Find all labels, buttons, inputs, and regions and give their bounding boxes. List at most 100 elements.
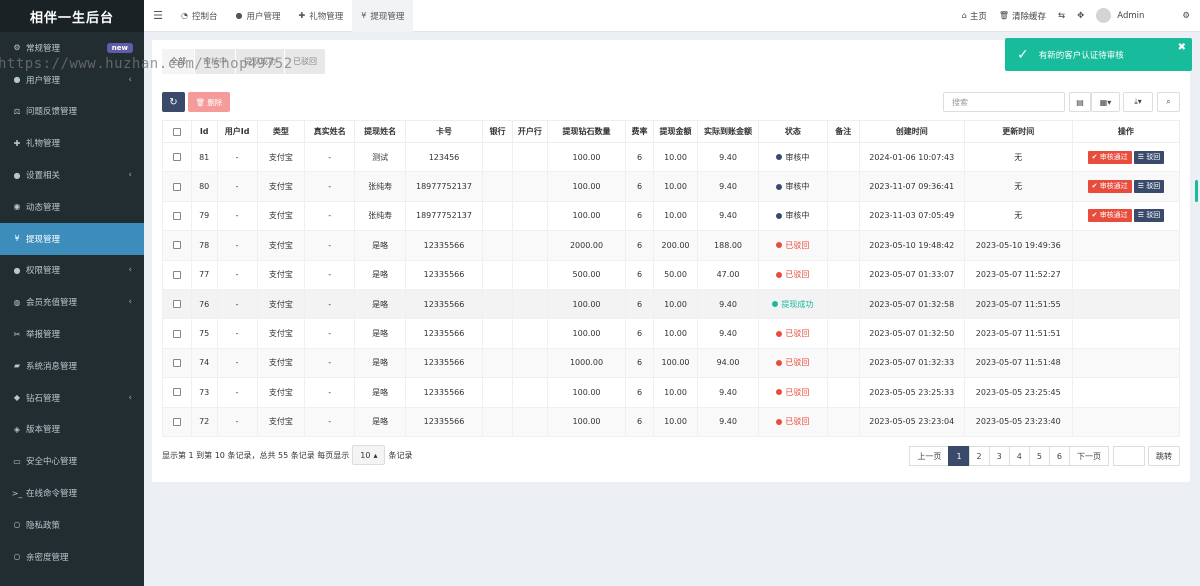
sidebar-item[interactable]: ✚ 礼物管理 [0, 127, 144, 159]
table-row[interactable]: 73- 支付宝 - 是咯 12335566 100.00 6 10.00 9.40 已驳回 2023… [162, 377, 1181, 408]
jump-button[interactable]: 跳转 [1148, 446, 1180, 466]
sidebar-item[interactable]: ◆ 钻石管理 ‹ [0, 382, 144, 414]
sidebar-item[interactable]: ○ 亲密度管理 [0, 541, 144, 573]
sidebar-item[interactable]: ◈ 版本管理 [0, 414, 144, 446]
sidebar-item[interactable]: ◍ 会员充值管理 ‹ [0, 286, 144, 318]
checkbox[interactable] [172, 300, 181, 309]
table-row[interactable]: 81- 支付宝 - 测试 123456 100.00 6 10.00 9.40 审核中 2024-0… [162, 141, 1181, 173]
sidebar-item-label: 版本管理 [26, 425, 61, 436]
row-checkbox[interactable] [162, 171, 192, 202]
sidebar-item[interactable]: ▭ 安全中心管理 [0, 445, 144, 477]
checkbox[interactable] [172, 153, 181, 162]
checkbox[interactable] [172, 358, 181, 367]
checkbox[interactable] [172, 182, 181, 191]
row-checkbox[interactable] [162, 288, 192, 320]
sidebar-item[interactable]: ● 设置相关 ‹ [0, 159, 144, 191]
table-row[interactable]: 78- 支付宝 - 是咯 12335566 2000.00 6 200.00 188.00 已驳回… [162, 230, 1181, 261]
table-row[interactable]: 77- 支付宝 - 是咯 12335566 500.00 6 50.00 47.00 已驳回 202… [162, 259, 1181, 290]
page-button[interactable]: 3 [988, 446, 1010, 466]
sidebar-item-label: 系统消息管理 [26, 361, 78, 372]
row-checkbox[interactable] [162, 141, 192, 173]
page-size-select[interactable]: 10 ▴ [352, 445, 386, 465]
topbar-tab[interactable]: ◔ 控制台 [172, 0, 227, 32]
settings-gear-icon[interactable]: ⚙ [1176, 11, 1200, 21]
approve-button[interactable]: ✔ 审核通过 [1087, 180, 1132, 194]
select-all-checkbox[interactable] [162, 120, 192, 143]
sidebar-item[interactable]: ● 用户管理 ‹ [0, 64, 144, 96]
row-checkbox[interactable] [162, 318, 192, 349]
sidebar-item[interactable]: ▰ 系统消息管理 [0, 350, 144, 382]
export-dropdown-icon[interactable]: ⤓▾ [1123, 92, 1153, 112]
approve-button[interactable]: ✔ 审核通过 [1087, 150, 1132, 164]
cell-branch [511, 200, 548, 232]
pagination: 上一页 1 2 3 4 5 6 下一页 跳转 [909, 446, 1180, 466]
checkbox[interactable] [172, 329, 181, 338]
clear-cache-button[interactable]: 🗑 清除缓存 [993, 10, 1052, 22]
sidebar-item[interactable]: ◉ 动态管理 [0, 191, 144, 223]
filter-tab[interactable]: 已驳回 [285, 49, 325, 74]
fullscreen-icon[interactable]: ✥ [1071, 11, 1090, 21]
page-button[interactable]: 5 [1028, 446, 1050, 466]
language-icon[interactable]: ⇆ [1052, 11, 1071, 21]
checkbox[interactable] [172, 241, 181, 250]
table-view-icon[interactable]: ▤ [1069, 92, 1091, 112]
approve-button[interactable]: ✔ 审核通过 [1087, 209, 1132, 223]
app-logo-title[interactable]: 相伴一生后台 [0, 0, 144, 32]
sidebar-item[interactable]: ✂ 举报管理 [0, 318, 144, 350]
table-row[interactable]: 76- 支付宝 - 是咯 12335566 100.00 6 10.00 9.40 提现成功 202… [162, 288, 1181, 320]
jump-page-input[interactable] [1113, 446, 1145, 466]
reject-button[interactable]: ☰ 驳回 [1133, 209, 1165, 223]
sidebar-item-label: 问题反馈管理 [26, 107, 78, 118]
refresh-button[interactable]: ↻ [162, 92, 185, 112]
sidebar-item[interactable]: ⚖ 问题反馈管理 [0, 96, 144, 128]
topbar-tab[interactable]: ✚ 礼物管理 [290, 0, 353, 32]
advanced-search-icon[interactable]: ⌕ [1157, 92, 1180, 112]
table-row[interactable]: 72- 支付宝 - 是咯 12335566 100.00 6 10.00 9.40 已驳回 2023… [162, 406, 1181, 437]
row-checkbox[interactable] [162, 406, 192, 437]
topbar-tab[interactable]: ¥ 提现管理 [352, 0, 414, 32]
filter-tab[interactable]: 全部 [162, 49, 194, 74]
search-input[interactable] [943, 92, 1065, 112]
cell-updated: 2023-05-05 23:23:40 [963, 406, 1073, 437]
page-button[interactable]: 6 [1048, 446, 1070, 466]
sidebar-item[interactable]: ○ 隐私政策 [0, 509, 144, 541]
cell-updated: 2023-05-07 11:52:27 [963, 259, 1073, 290]
home-link[interactable]: ⌂ 主页 [956, 10, 993, 22]
sidebar-item[interactable]: >_ 在线命令管理 [0, 477, 144, 509]
status-dot-icon [776, 389, 783, 396]
user-menu[interactable]: Admin [1090, 8, 1150, 23]
table-row[interactable]: 80- 支付宝 - 张纯寿 18977752137 100.00 6 10.00 9.40 审核中… [162, 171, 1181, 202]
columns-dropdown-icon[interactable]: ▦▾ [1091, 92, 1120, 112]
topbar-tabs: ◔ 控制台 ● 用户管理 ✚ 礼物管理 ¥ 提现管理 [172, 0, 414, 32]
next-page-button[interactable]: 下一页 [1069, 446, 1109, 466]
checkbox[interactable] [172, 211, 181, 220]
table-row[interactable]: 75- 支付宝 - 是咯 12335566 100.00 6 10.00 9.40 已驳回 2023… [162, 318, 1181, 349]
row-checkbox[interactable] [162, 377, 192, 408]
filter-tab[interactable]: 审核中 [195, 49, 235, 74]
page-button[interactable]: 4 [1008, 446, 1030, 466]
topbar-tab[interactable]: ● 用户管理 [227, 0, 290, 32]
cell-diamonds: 100.00 [546, 406, 627, 437]
row-checkbox[interactable] [162, 200, 192, 232]
scroll-indicator[interactable] [1195, 180, 1198, 202]
page-button[interactable]: 1 [948, 446, 970, 466]
sidebar-item[interactable]: ⚙ 常规管理 new [0, 32, 144, 64]
prev-page-button[interactable]: 上一页 [909, 446, 950, 466]
page-button[interactable]: 2 [968, 446, 990, 466]
sidebar-item[interactable]: ● 权限管理 ‹ [0, 255, 144, 287]
reject-button[interactable]: ☰ 驳回 [1133, 180, 1165, 194]
row-checkbox[interactable] [162, 230, 192, 261]
checkbox[interactable] [172, 270, 181, 279]
table-row[interactable]: 74- 支付宝 - 是咯 12335566 1000.00 6 100.00 94.00 已驳回 2… [162, 347, 1181, 379]
table-row[interactable]: 79- 支付宝 - 张纯寿 18977752137 100.00 6 10.00 9.40 审核中… [162, 200, 1181, 232]
sidebar-item[interactable]: ¥ 提现管理 [0, 222, 144, 255]
row-checkbox[interactable] [162, 347, 192, 379]
row-checkbox[interactable] [162, 259, 192, 290]
checkbox[interactable] [172, 417, 181, 426]
menu-toggle-icon[interactable]: ☰ [144, 9, 172, 22]
delete-button[interactable]: 🗑 删除 [188, 92, 230, 112]
close-icon[interactable]: ✖ [1178, 42, 1186, 53]
reject-button[interactable]: ☰ 驳回 [1133, 150, 1165, 164]
filter-tab[interactable]: 提现成功 [236, 49, 284, 74]
checkbox[interactable] [172, 388, 181, 397]
